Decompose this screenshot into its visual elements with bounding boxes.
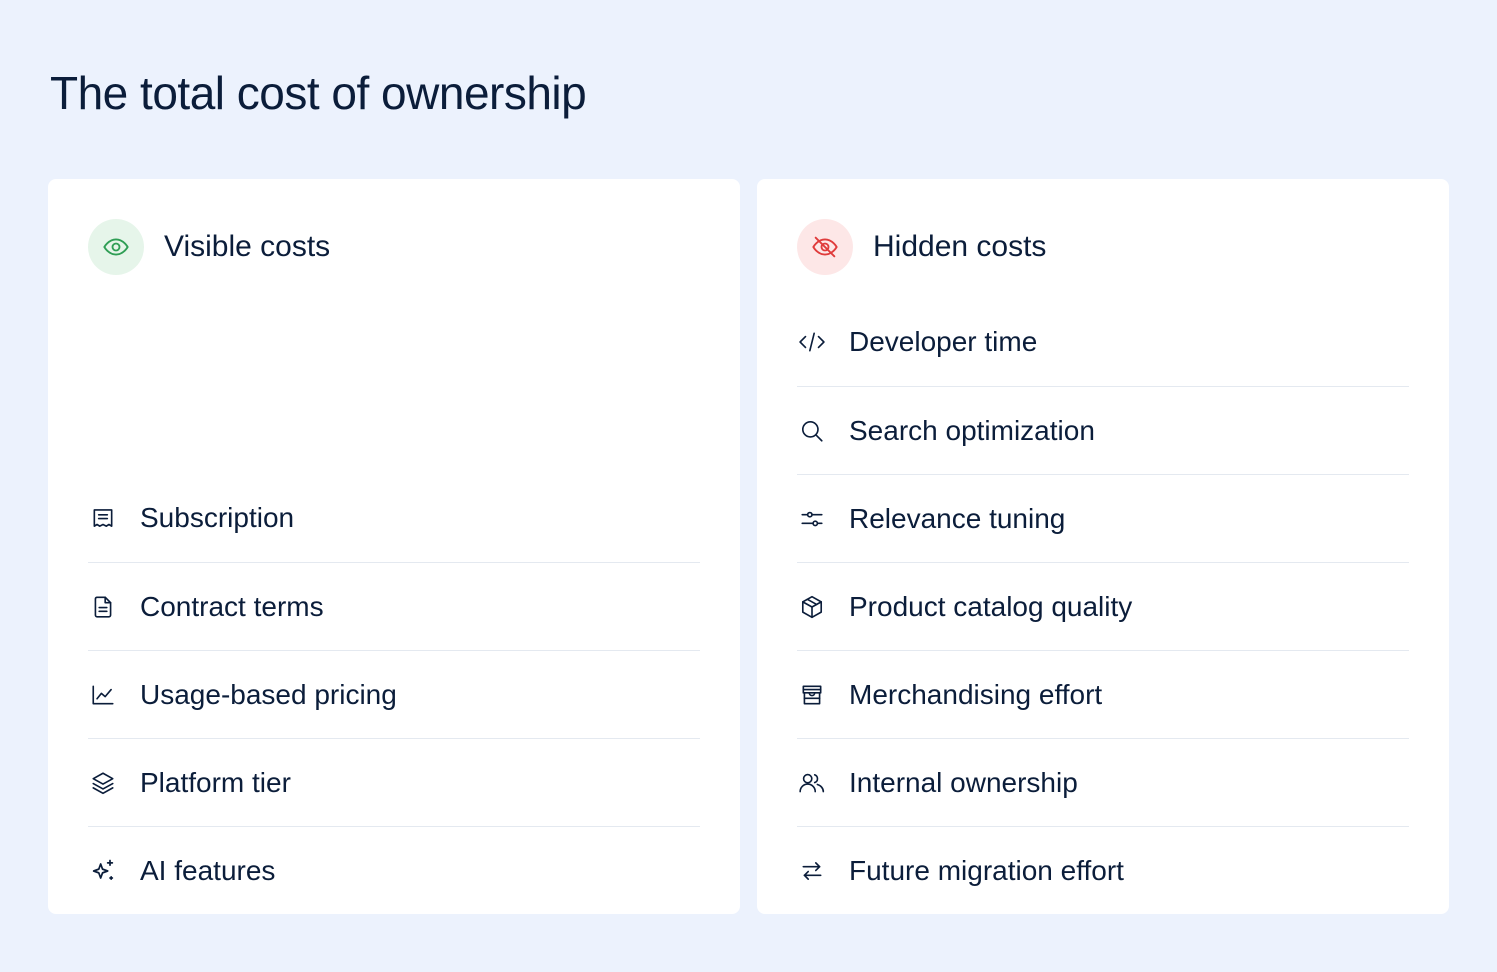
list-item-search-optimization: Search optimization — [797, 386, 1409, 474]
list-item-subscription: Subscription — [88, 474, 700, 562]
box-icon — [797, 592, 827, 622]
item-label: Platform tier — [140, 766, 291, 798]
eye-off-icon-badge — [797, 219, 853, 275]
list-item-future-migration-effort: Future migration effort — [797, 826, 1409, 914]
hidden-costs-list: Developer time Search optimization Relev… — [797, 298, 1409, 914]
visible-costs-header: Visible costs — [88, 219, 330, 275]
list-item-merchandising-effort: Merchandising effort — [797, 650, 1409, 738]
item-label: Product catalog quality — [849, 590, 1133, 622]
list-item-ai-features: AI features — [88, 826, 700, 914]
page-title: The total cost of ownership — [50, 67, 587, 119]
visible-costs-list: Subscription Contract terms Usage-based … — [88, 474, 700, 914]
layers-icon — [88, 768, 118, 798]
list-item-usage-based-pricing: Usage-based pricing — [88, 650, 700, 738]
hidden-costs-title: Hidden costs — [873, 230, 1047, 263]
item-label: Subscription — [140, 502, 295, 533]
swap-arrows-icon — [797, 856, 827, 886]
document-icon — [88, 592, 118, 622]
list-item-relevance-tuning: Relevance tuning — [797, 474, 1409, 562]
list-item-platform-tier: Platform tier — [88, 738, 700, 826]
item-label: Merchandising effort — [849, 678, 1103, 710]
list-item-internal-ownership: Internal ownership — [797, 738, 1409, 826]
eye-icon — [102, 233, 130, 261]
trend-chart-icon — [88, 680, 118, 710]
item-label: Contract terms — [140, 590, 324, 622]
search-icon — [797, 416, 827, 446]
item-label: Developer time — [849, 326, 1038, 357]
item-label: Relevance tuning — [849, 502, 1066, 534]
sliders-icon — [797, 504, 827, 534]
list-item-contract-terms: Contract terms — [88, 562, 700, 650]
list-item-developer-time: Developer time — [797, 298, 1409, 386]
receipt-icon — [88, 503, 118, 533]
item-label: Future migration effort — [849, 854, 1124, 886]
hidden-costs-header: Hidden costs — [797, 219, 1046, 275]
list-item-product-catalog-quality: Product catalog quality — [797, 562, 1409, 650]
item-label: Usage-based pricing — [140, 678, 397, 710]
code-icon — [797, 327, 827, 357]
visible-costs-title: Visible costs — [164, 230, 331, 263]
visible-costs-card: Visible costs Subscription Contract term… — [48, 179, 740, 914]
storefront-icon — [797, 680, 827, 710]
item-label: Internal ownership — [849, 766, 1078, 798]
users-icon — [797, 768, 827, 798]
sparkles-icon — [88, 856, 118, 886]
eye-off-icon — [811, 233, 839, 261]
eye-icon-badge — [88, 219, 144, 275]
hidden-costs-card: Hidden costs Developer time Search optim… — [757, 179, 1449, 914]
item-label: AI features — [140, 854, 276, 886]
item-label: Search optimization — [849, 414, 1095, 446]
